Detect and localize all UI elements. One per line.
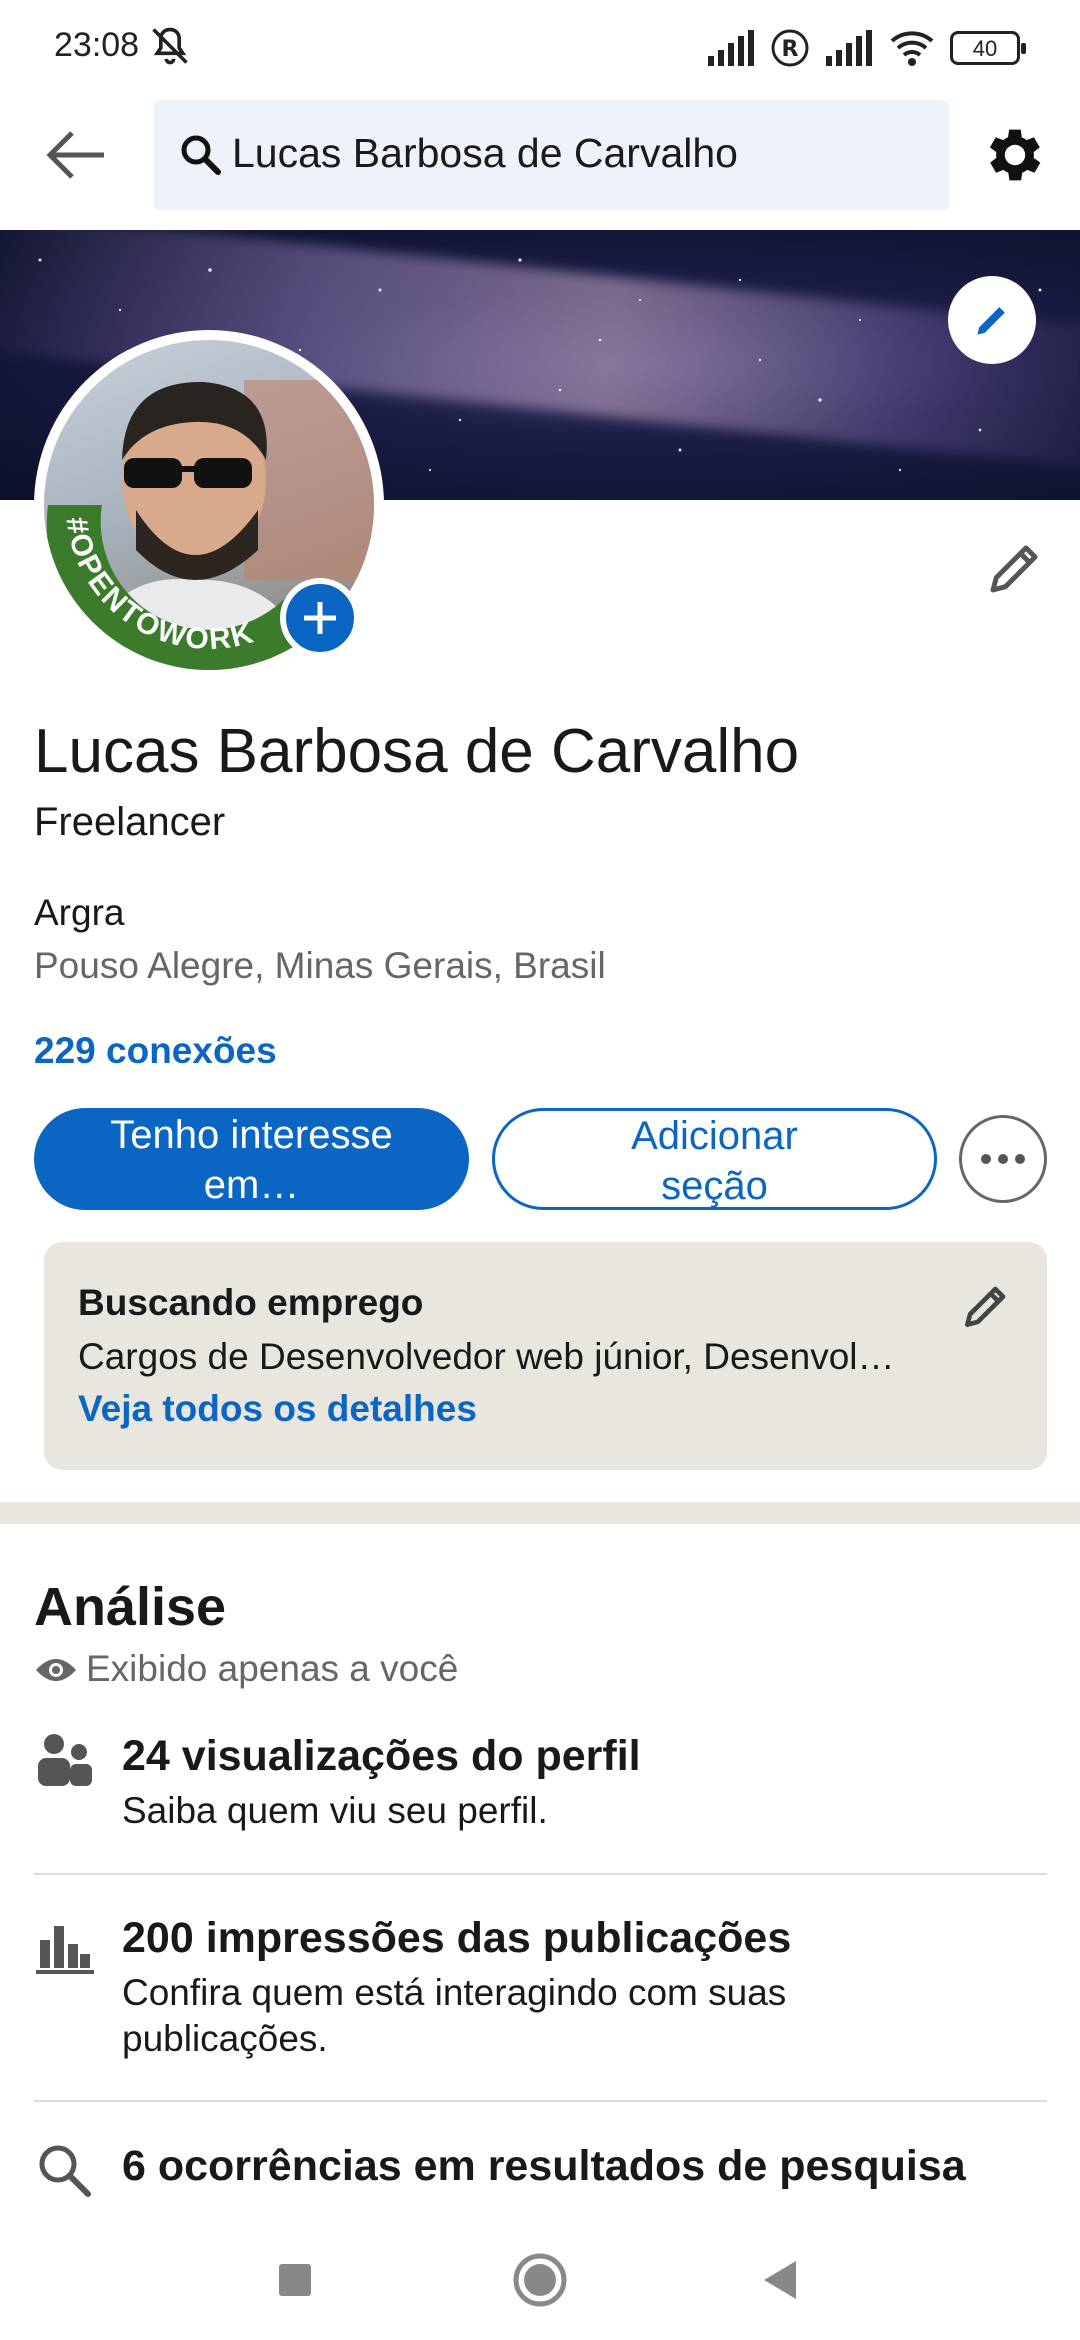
search-input-value: Lucas Barbosa de Carvalho <box>232 130 738 176</box>
triangle-back-icon <box>764 2261 796 2299</box>
signal-icon <box>708 30 754 66</box>
more-icon <box>981 1154 1025 1164</box>
open-to-work-card[interactable]: Buscando emprego Cargos de Desenvolvedor… <box>44 1242 1047 1470</box>
search-appearances-title: 6 ocorrências em resultados de pesquisa <box>122 2142 966 2190</box>
open-to-button-label: Tenho interesse em… <box>110 1113 393 1207</box>
plus-icon <box>304 602 336 634</box>
status-icons: R 40 <box>706 26 1026 70</box>
arrow-left-icon <box>46 131 104 179</box>
divider <box>34 1873 1047 1875</box>
open-to-work-title: Buscando emprego <box>78 1282 424 1323</box>
see-all-details-link[interactable]: Veja todos os detalhes <box>78 1388 477 1430</box>
roaming-icon: R <box>771 29 809 67</box>
profile-company[interactable]: Argra <box>34 892 124 934</box>
square-icon <box>279 2264 311 2296</box>
edit-intro-button[interactable] <box>982 535 1048 601</box>
system-nav-bar <box>0 2210 1080 2340</box>
app-root: 23:08 R 40 Lucas Barbosa de Carvalho #OP… <box>0 0 1080 2340</box>
mute-bell-icon <box>148 24 192 68</box>
eye-icon <box>36 1659 76 1681</box>
svg-text:R: R <box>782 37 799 62</box>
post-impressions-desc: Confira quem está interagindo com suas p… <box>122 1972 787 2059</box>
open-to-work-description: Cargos de Desenvolvedor web júnior, Dese… <box>78 1336 895 1377</box>
profile-location: Pouso Alegre, Minas Gerais, Brasil <box>34 945 606 986</box>
connections-link[interactable]: 229 conexões <box>34 1030 277 1072</box>
search-icon <box>181 135 221 175</box>
analytics-item-post-impressions[interactable]: 200 impressões das publicações Confira q… <box>0 1912 1080 2102</box>
open-to-button[interactable]: Tenho interesse em… <box>34 1108 469 1210</box>
profile-views-desc: Saiba quem viu seu perfil. <box>122 1790 548 1831</box>
circle-icon <box>513 2253 567 2307</box>
more-button[interactable] <box>959 1115 1047 1203</box>
settings-button[interactable] <box>980 120 1050 190</box>
divider <box>34 2100 1047 2102</box>
gear-icon <box>989 129 1041 181</box>
status-time: 23:08 <box>54 26 140 64</box>
battery-icon: 40 <box>950 31 1026 65</box>
add-section-button[interactable]: Adicionar seção <box>492 1108 937 1210</box>
people-icon <box>38 1734 92 1786</box>
analytics-title: Análise <box>34 1577 227 1637</box>
recents-button[interactable] <box>260 2245 330 2315</box>
pencil-icon <box>990 545 1038 593</box>
svg-text:#OPENTOWORK: #OPENTOWORK <box>59 515 258 657</box>
profile-name: Lucas Barbosa de Carvalho <box>34 717 800 786</box>
post-impressions-title: 200 impressões das publicações <box>122 1914 792 1962</box>
analytics-item-profile-views[interactable]: 24 visualizações do perfil Saiba quem vi… <box>0 1730 1080 1870</box>
search-input[interactable]: Lucas Barbosa de Carvalho <box>154 100 949 210</box>
signal-icon <box>826 30 872 66</box>
edit-cover-button[interactable] <box>948 276 1036 364</box>
wifi-icon <box>890 31 934 66</box>
profile-views-title: 24 visualizações do perfil <box>122 1732 641 1780</box>
back-button[interactable] <box>36 120 116 190</box>
analytics-subtitle: Exibido apenas a você <box>86 1648 459 1689</box>
bar-chart-icon <box>36 1926 94 1974</box>
status-bar: 23:08 R 40 <box>0 0 1080 92</box>
profile-headline: Freelancer <box>34 800 226 844</box>
home-button[interactable] <box>505 2245 575 2315</box>
pencil-icon <box>977 307 1005 335</box>
battery-level-text: 40 <box>972 36 998 61</box>
pencil-icon <box>965 1286 1006 1327</box>
add-photo-button[interactable] <box>280 578 360 658</box>
open-to-work-text: #OPENTOWORK <box>59 515 256 657</box>
edit-open-to-work-button[interactable] <box>958 1278 1014 1334</box>
section-divider <box>0 1502 1080 1524</box>
back-nav-button[interactable] <box>745 2245 815 2315</box>
add-section-button-label: Adicionar seção <box>631 1114 798 1208</box>
top-bar: Lucas Barbosa de Carvalho <box>0 92 1080 222</box>
analytics-item-search-appearances[interactable]: 6 ocorrências em resultados de pesquisa <box>0 2140 1080 2210</box>
search-icon <box>39 2145 91 2197</box>
